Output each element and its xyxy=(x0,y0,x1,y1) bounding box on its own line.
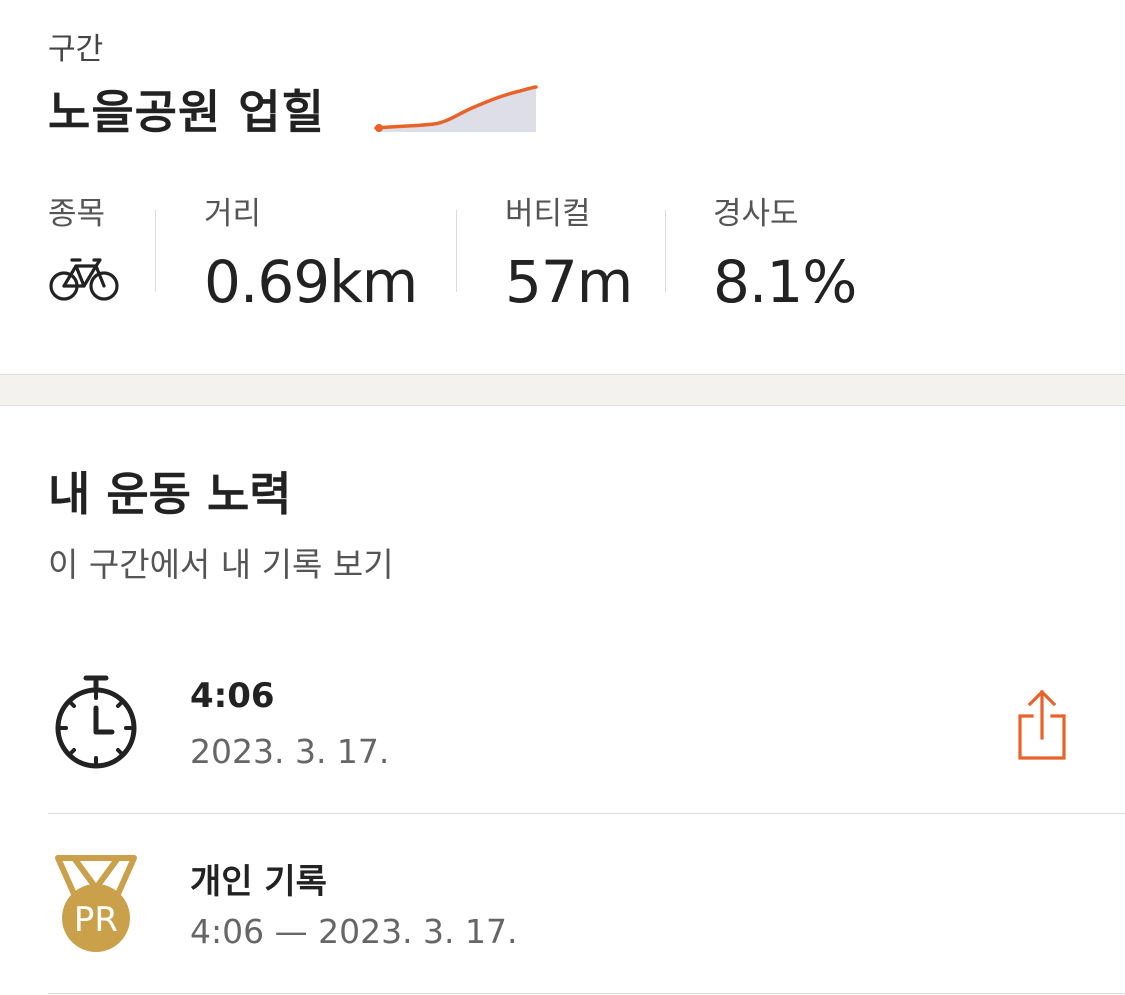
svg-text:PR: PR xyxy=(74,900,118,940)
effort-section-subtitle: 이 구간에서 내 기록 보기 xyxy=(48,545,394,584)
elevation-profile-graphic xyxy=(374,85,538,132)
stat-label-vertical: 버티컬 xyxy=(505,196,591,232)
segment-header: 구간 노을공원 업힐 종목 거리 0.69km 버티컬 57m 경사도 8.1% xyxy=(0,0,1125,374)
effort-time: 4:06 xyxy=(190,676,275,716)
stat-divider xyxy=(155,210,156,292)
stat-value-vertical: 57m xyxy=(505,248,633,316)
effort-date: 2023. 3. 17. xyxy=(190,732,390,771)
stat-value-grade: 8.1% xyxy=(713,248,857,316)
personal-record-title: 개인 기록 xyxy=(190,862,327,902)
stat-label-distance: 거리 xyxy=(204,196,262,232)
stat-divider xyxy=(665,210,666,292)
personal-record-detail: 4:06 — 2023. 3. 17. xyxy=(190,912,518,951)
row-divider xyxy=(48,993,1125,994)
segment-kicker: 구간 xyxy=(48,32,104,67)
stopwatch-icon xyxy=(55,675,137,769)
segment-name: 노을공원 업힐 xyxy=(48,85,325,139)
stat-label-sport: 종목 xyxy=(48,196,106,232)
bike-icon xyxy=(49,258,119,301)
stat-value-distance: 0.69km xyxy=(204,248,418,316)
stat-divider xyxy=(456,210,457,292)
effort-section-title: 내 운동 노력 xyxy=(48,467,292,521)
section-separator xyxy=(0,374,1125,406)
pr-medal-icon: PR xyxy=(55,855,137,952)
share-icon[interactable] xyxy=(1012,686,1072,764)
row-divider xyxy=(48,813,1125,814)
stat-label-grade: 경사도 xyxy=(713,196,799,232)
